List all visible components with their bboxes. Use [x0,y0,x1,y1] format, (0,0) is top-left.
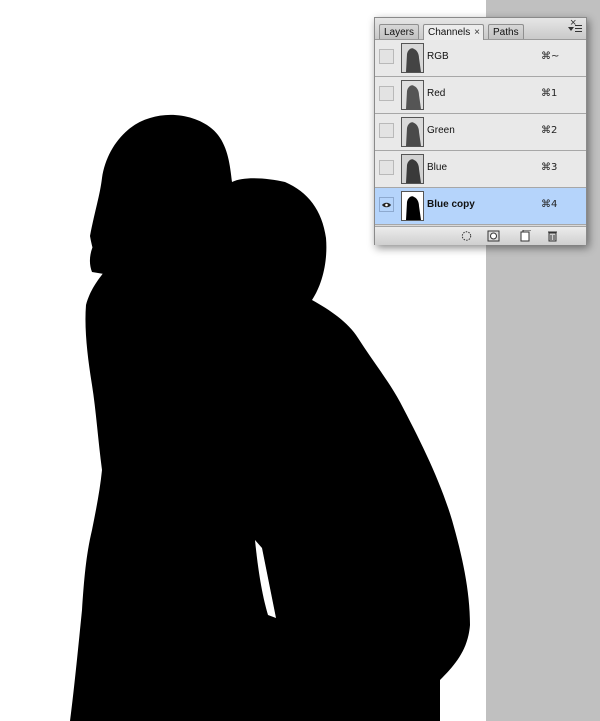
panel-menu-icon[interactable] [575,25,583,33]
channel-row-red[interactable]: Red ⌘1 [375,77,586,114]
channel-list: RGB ⌘~ Red ⌘1 Green ⌘2 Blue ⌘3 Blue copy… [375,40,586,225]
channel-name: Blue copy [427,199,475,210]
tab-label: Layers [384,27,415,38]
channel-thumbnail [401,43,424,73]
channels-panel[interactable]: Layers Channels × Paths × RGB ⌘~ Red ⌘1 … [374,17,587,245]
channel-shortcut: ⌘1 [541,88,558,99]
channel-row-green[interactable]: Green ⌘2 [375,114,586,151]
visibility-toggle[interactable] [379,123,394,138]
tab-close-icon[interactable]: × [474,25,480,40]
visibility-toggle[interactable] [379,49,394,64]
eye-icon [382,202,391,208]
visibility-toggle[interactable] [379,197,394,212]
tab-layers[interactable]: Layers [379,24,419,39]
channel-thumbnail [401,191,424,221]
visibility-toggle[interactable] [379,160,394,175]
collapse-arrow-icon[interactable] [568,27,574,31]
channel-shortcut: ⌘~ [541,51,560,62]
channel-row-rgb[interactable]: RGB ⌘~ [375,40,586,77]
channel-name: Blue [427,162,448,173]
panel-header: Layers Channels × Paths × [375,17,586,40]
tab-label: Paths [493,27,519,38]
channel-shortcut: ⌘3 [541,162,558,173]
channel-thumbnail [401,117,424,147]
channel-row-blue[interactable]: Blue ⌘3 [375,151,586,188]
tab-paths[interactable]: Paths [488,24,524,39]
save-selection-icon[interactable] [487,230,500,242]
channel-thumbnail [401,80,424,110]
tab-channels[interactable]: Channels × [423,24,484,40]
channel-name: RGB [427,51,449,62]
panel-footer [375,226,586,245]
new-channel-icon[interactable] [518,230,531,242]
visibility-toggle[interactable] [379,86,394,101]
channel-shortcut: ⌘2 [541,125,558,136]
trash-icon[interactable] [546,230,559,242]
tab-label: Channels [428,27,471,38]
channel-shortcut: ⌘4 [541,199,558,210]
load-selection-icon[interactable] [460,230,473,242]
channel-name: Red [427,88,446,99]
channel-name: Green [427,125,455,136]
channel-row-blue-copy[interactable]: Blue copy ⌘4 [375,188,586,225]
channel-thumbnail [401,154,424,184]
